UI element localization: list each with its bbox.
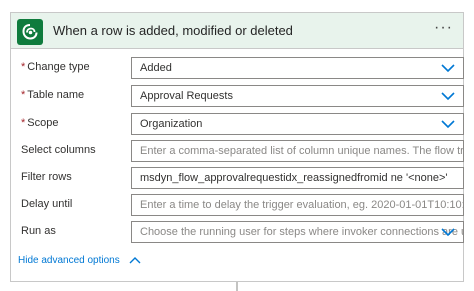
change-type-dropdown[interactable]: Added	[131, 57, 464, 79]
hide-advanced-options-link[interactable]: Hide advanced options	[18, 255, 141, 266]
required-asterisk: *	[21, 117, 26, 129]
delay-until-input[interactable]: Enter a time to delay the trigger evalua…	[131, 194, 464, 216]
delay-until-label: Delay until	[21, 198, 73, 210]
table-name-value: Approval Requests	[140, 90, 233, 102]
run-as-dropdown[interactable]: Choose the running user for steps where …	[131, 221, 464, 243]
delay-until-placeholder: Enter a time to delay the trigger evalua…	[140, 199, 464, 211]
more-options-icon[interactable]: ···	[434, 19, 453, 37]
select-columns-input[interactable]: Enter a comma-separated list of column u…	[131, 140, 464, 162]
chevron-down-icon	[441, 228, 455, 237]
connector-arrow-icon	[236, 282, 238, 291]
trigger-card: When a row is added, modified or deleted…	[10, 12, 464, 282]
filter-rows-input[interactable]: msdyn_flow_approvalrequestidx_reassigned…	[131, 167, 464, 189]
required-asterisk: *	[21, 89, 26, 101]
scope-label: * Scope	[21, 117, 59, 129]
table-name-dropdown[interactable]: Approval Requests	[131, 85, 464, 107]
required-asterisk: *	[21, 61, 26, 73]
run-as-placeholder: Choose the running user for steps where …	[140, 226, 464, 238]
chevron-up-icon	[129, 257, 141, 264]
trigger-title: When a row is added, modified or deleted	[53, 23, 293, 38]
run-as-label: Run as	[21, 225, 56, 237]
hide-advanced-options-label: Hide advanced options	[18, 255, 120, 266]
change-type-label: * Change type	[21, 61, 90, 73]
chevron-down-icon	[441, 92, 455, 101]
chevron-down-icon	[441, 120, 455, 129]
filter-rows-value: msdyn_flow_approvalrequestidx_reassigned…	[140, 172, 448, 184]
filter-rows-label: Filter rows	[21, 171, 72, 183]
chevron-down-icon	[441, 64, 455, 73]
select-columns-placeholder: Enter a comma-separated list of column u…	[140, 145, 464, 157]
dataverse-logo-icon	[17, 19, 43, 45]
scope-dropdown[interactable]: Organization	[131, 113, 464, 135]
scope-value: Organization	[140, 118, 203, 130]
trigger-header[interactable]: When a row is added, modified or deleted…	[11, 13, 463, 49]
change-type-value: Added	[140, 62, 172, 74]
table-name-label: * Table name	[21, 89, 85, 101]
select-columns-label: Select columns	[21, 144, 96, 156]
